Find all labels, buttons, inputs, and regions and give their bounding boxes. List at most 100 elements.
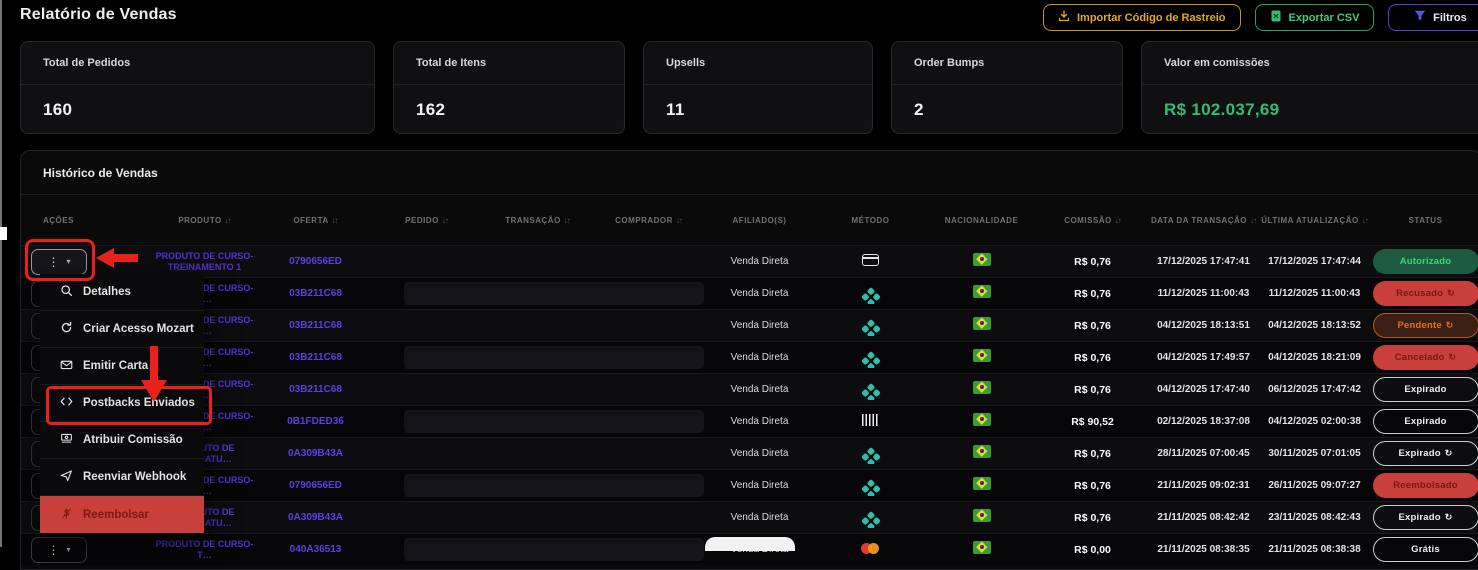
stat-card-total-de-pedidos: Total de Pedidos160 <box>20 41 375 134</box>
sort-icon[interactable]: ↓↑ <box>442 216 448 225</box>
commission-value: R$ 0,76 <box>1037 352 1148 364</box>
pix-icon <box>861 511 881 528</box>
credit-card-icon <box>862 254 879 266</box>
transaction-date: 21/11/2025 08:42:42 <box>1148 512 1259 523</box>
offer-link[interactable]: 0A309B43A <box>260 512 371 523</box>
status-badge[interactable]: Expirado↻ <box>1373 441 1478 466</box>
import-tracking-code-button[interactable]: Importar Código de Rastreio <box>1043 4 1241 31</box>
offer-link[interactable]: 03B211C68 <box>260 384 371 395</box>
offer-link[interactable]: 03B211C68 <box>260 320 371 331</box>
stat-value: 11 <box>644 85 872 134</box>
stats-row: Total de Pedidos160Total de Itens162Upse… <box>20 41 1478 134</box>
offer-link[interactable]: 040A36513 <box>260 544 371 555</box>
offer-link[interactable]: 03B211C68 <box>260 352 371 363</box>
column-header-ltima-atualiza-o[interactable]: ÚLTIMA ATUALIZAÇÃO↓↑ <box>1259 216 1370 225</box>
column-header-pedido[interactable]: PEDIDO↓↑ <box>371 216 482 225</box>
column-header-comprador[interactable]: COMPRADOR↓↑ <box>593 216 704 225</box>
row-actions-button[interactable]: ⋮▾ <box>31 249 87 275</box>
column-header-label: PEDIDO <box>405 216 439 225</box>
column-header-label: DATA DA TRANSAÇÃO <box>1151 216 1247 225</box>
sort-icon[interactable]: ↓↑ <box>1250 216 1256 225</box>
filters-button[interactable]: Filtros <box>1388 4 1478 31</box>
column-header-data-da-transa-o[interactable]: DATA DA TRANSAÇÃO↓↑ <box>1148 216 1259 225</box>
export-csv-button[interactable]: Exportar CSV <box>1255 4 1375 31</box>
status-badge[interactable]: Recusado↻ <box>1373 281 1478 306</box>
affiliate-name: Venda Direta <box>704 256 815 267</box>
last-update-date: 04/12/2025 18:13:52 <box>1259 320 1370 331</box>
sort-icon[interactable]: ↓↑ <box>676 216 682 225</box>
payment-method-cell <box>815 443 926 464</box>
column-header-label: COMISSÃO <box>1064 216 1112 225</box>
status-cell: Expirado <box>1370 377 1478 402</box>
commission-value: R$ 90,52 <box>1037 416 1148 428</box>
column-header-m-todo: MÉTODO <box>815 216 926 225</box>
menu-item-reenviar-webhook[interactable]: Reenviar Webhook <box>40 459 204 496</box>
payment-method-cell <box>815 379 926 400</box>
column-header-produto[interactable]: PRODUTO↓↑ <box>149 216 260 225</box>
row-actions-button[interactable]: ⋮▾ <box>31 537 87 563</box>
column-header-label: AFILIADO(S) <box>733 216 787 225</box>
status-cell: Reembolsado <box>1370 473 1478 498</box>
table-row: ⋮▾PRODUTO DE ASSINATU…0A309B43AVenda Dir… <box>21 437 1478 469</box>
column-header-label: STATUS <box>1409 216 1443 225</box>
nationality-cell <box>926 285 1037 303</box>
transaction-date: 04/12/2025 17:47:40 <box>1148 384 1259 395</box>
sort-icon[interactable]: ↓↑ <box>564 216 570 225</box>
sort-icon[interactable]: ↓↑ <box>332 216 338 225</box>
sort-icon[interactable]: ↓↑ <box>1362 216 1368 225</box>
brazil-flag-icon <box>973 349 991 362</box>
offer-link[interactable]: 0B1FDED36 <box>260 416 371 427</box>
status-badge-label: Recusado <box>1396 288 1443 299</box>
table-row: ⋮▾PRODUTO DE CURSO- T…03B211C68Venda Dir… <box>21 277 1478 309</box>
product-name: PRODUTO DE CURSO-TREINAMENTO 1 <box>149 251 260 273</box>
table-row: ⋮▾PRODUTO DE ASSINATU…0A309B43AVenda Dir… <box>21 501 1478 533</box>
menu-item-postbacks-enviados[interactable]: Postbacks Enviados <box>40 385 204 422</box>
offer-link[interactable]: 0790656ED <box>260 256 371 267</box>
payment-method-cell <box>815 541 926 559</box>
last-update-date: 21/11/2025 08:38:38 <box>1259 544 1370 555</box>
stat-value: 2 <box>892 85 1122 134</box>
menu-item-atribuir-comiss-o[interactable]: Atribuir Comissão <box>40 422 204 459</box>
status-badge[interactable]: Expirado <box>1373 377 1478 402</box>
menu-search-icon <box>60 284 73 300</box>
affiliate-name: Venda Direta <box>704 352 815 363</box>
sort-icon[interactable]: ↓↑ <box>225 216 231 225</box>
page-title: Relatório de Vendas <box>20 6 177 24</box>
menu-item-emitir-carta[interactable]: Emitir Carta <box>40 348 204 385</box>
offer-link[interactable]: 0790656ED <box>260 480 371 491</box>
column-header-oferta[interactable]: OFERTA↓↑ <box>260 216 371 225</box>
offer-link[interactable]: 0A309B43A <box>260 448 371 459</box>
actions-cell: ⋮▾ <box>21 249 149 275</box>
table-header-row: AÇÕESPRODUTO↓↑OFERTA↓↑PEDIDO↓↑TRANSAÇÃO↓… <box>21 195 1478 245</box>
panel-title: Histórico de Vendas <box>21 151 1478 195</box>
menu-item-reembolsar[interactable]: Reembolsar <box>40 496 204 533</box>
commission-value: R$ 0,76 <box>1037 384 1148 396</box>
nationality-cell <box>926 477 1037 495</box>
status-badge-label: Expirado <box>1399 512 1441 523</box>
status-badge[interactable]: Pendente↻ <box>1373 313 1478 338</box>
status-badge[interactable]: Expirado↻ <box>1373 505 1478 530</box>
column-header-a-es: AÇÕES <box>21 216 149 225</box>
status-badge[interactable]: Grátis <box>1373 537 1478 562</box>
column-header-transa-o[interactable]: TRANSAÇÃO↓↑ <box>482 216 593 225</box>
column-header-label: TRANSAÇÃO <box>505 216 561 225</box>
mastercard-icon <box>861 543 880 554</box>
commission-value: R$ 0,76 <box>1037 288 1148 300</box>
menu-item-criar-acesso-mozart[interactable]: Criar Acesso Mozart <box>40 311 204 348</box>
sort-icon[interactable]: ↓↑ <box>1115 216 1121 225</box>
status-badge[interactable]: Expirado <box>1373 409 1478 434</box>
offer-link[interactable]: 03B211C68 <box>260 288 371 299</box>
status-badge[interactable]: Cancelado↻ <box>1373 345 1478 370</box>
status-badge-label: Grátis <box>1411 544 1440 555</box>
payment-method-cell <box>815 413 926 431</box>
payment-method-cell <box>815 347 926 368</box>
refresh-icon: ↻ <box>1446 320 1454 331</box>
status-badge[interactable]: Autorizado <box>1373 249 1478 274</box>
nationality-cell <box>926 509 1037 527</box>
last-update-date: 30/11/2025 07:01:05 <box>1259 448 1370 459</box>
chevron-down-icon: ▾ <box>66 545 70 554</box>
status-badge[interactable]: Reembolsado <box>1373 473 1478 498</box>
status-badge-label: Expirado <box>1404 384 1446 395</box>
column-header-comiss-o[interactable]: COMISSÃO↓↑ <box>1037 216 1148 225</box>
menu-item-detalhes[interactable]: Detalhes <box>40 274 204 311</box>
